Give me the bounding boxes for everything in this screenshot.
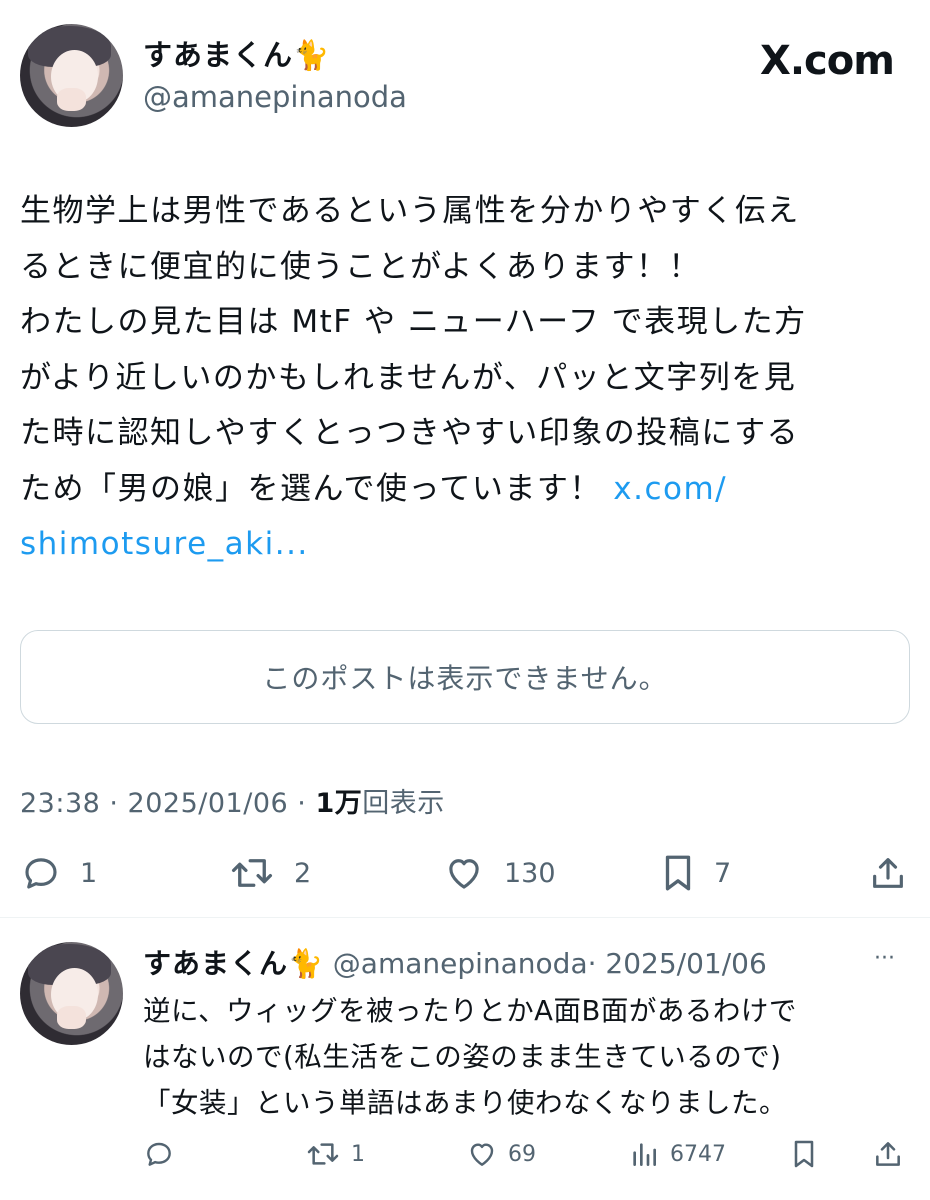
- reply-line: はないので(私生活をこの姿のまま生きているので): [143, 1041, 782, 1073]
- bookmark-icon: [794, 1140, 814, 1168]
- heart-icon: [470, 1143, 494, 1166]
- share-icon: [873, 858, 903, 888]
- quote-unavailable-text: このポストは表示できません。: [262, 662, 668, 695]
- views-count: 1万: [315, 788, 363, 819]
- repost-button[interactable]: 2: [228, 852, 311, 894]
- post-line: 生物学上は男性であるという属性を分かりやすく伝え: [20, 193, 800, 229]
- reply-views-button[interactable]: 6747: [628, 1138, 726, 1170]
- reply-author-name[interactable]: すあまくん🐈: [143, 947, 324, 980]
- reply-reply-button[interactable]: [143, 1138, 185, 1170]
- reply-repost-count: 1: [351, 1141, 365, 1167]
- repost-count: 2: [294, 857, 312, 889]
- post-link[interactable]: x.com/: [613, 471, 727, 507]
- post-timestamp[interactable]: 23:38 · 2025/01/06 ·: [20, 788, 315, 819]
- repost-icon: [231, 859, 273, 887]
- post-meta: 23:38 · 2025/01/06 · 1万回表示: [20, 781, 445, 820]
- reply-icon: [25, 858, 57, 889]
- post-line: わたしの見た目は MtF や ニューハーフ で表現した方: [20, 304, 807, 340]
- post-line: るときに便宜的に使うことがよくあります！！: [20, 248, 701, 285]
- reply-header: すあまくん🐈 @amanepinanoda· 2025/01/06: [143, 942, 767, 982]
- thread-divider: [0, 917, 930, 918]
- reply-bookmark-button[interactable]: [790, 1138, 818, 1170]
- share-button[interactable]: [868, 852, 908, 894]
- reply-text: 逆に、ウィッグを被ったりとかA面B面があるわけで はないので(私生活をこの姿のま…: [143, 988, 923, 1126]
- reply-author-avatar[interactable]: [20, 942, 123, 1045]
- analytics-icon: [633, 1143, 656, 1166]
- repost-icon: [307, 1143, 339, 1165]
- reply-views-count: 6747: [670, 1141, 726, 1167]
- reply-like-button[interactable]: 69: [466, 1138, 536, 1170]
- reply-author-handle[interactable]: @amanepinanoda: [333, 947, 588, 980]
- reply-button[interactable]: 1: [20, 852, 97, 894]
- views-label: 回表示: [362, 788, 445, 819]
- author-name[interactable]: すあまくん🐈: [143, 32, 330, 74]
- like-count: 130: [504, 857, 556, 889]
- reply-share-button[interactable]: [872, 1138, 904, 1170]
- post-line: がより近しいのかもしれませんが、パッと文字列を見: [20, 359, 797, 396]
- reply-line: 逆に、ウィッグを被ったりとかA面B面があるわけで: [143, 995, 797, 1027]
- reply-date[interactable]: · 2025/01/06: [588, 947, 767, 980]
- bookmark-button[interactable]: 7: [660, 852, 731, 894]
- post-line: ため「男の娘」を選んで使っています！ x.com/: [20, 470, 728, 507]
- reply-line: 「女装」という単語はあまり使わなくなりました。: [143, 1087, 787, 1119]
- quote-unavailable-card[interactable]: このポストは表示できません。: [20, 630, 910, 724]
- x-logo: X.com: [760, 38, 895, 84]
- reply-like-count: 69: [508, 1141, 536, 1167]
- reply-icon: [147, 1142, 171, 1166]
- like-button[interactable]: 130: [442, 852, 556, 894]
- author-handle[interactable]: @amanepinanoda: [143, 80, 407, 114]
- share-icon: [876, 1142, 900, 1166]
- avatar-hand: [57, 1005, 86, 1029]
- author-avatar[interactable]: [20, 24, 123, 127]
- heart-icon: [449, 859, 479, 889]
- reply-repost-button[interactable]: 1: [305, 1138, 365, 1170]
- post-line: た時に認知しやすくとっつきやすい印象の投稿にする: [20, 415, 800, 451]
- post-text: 生物学上は男性であるという属性を分かりやすく伝え るときに便宜的に使うことがよく…: [20, 184, 920, 573]
- post-link-continued[interactable]: shimotsure_aki...: [20, 517, 920, 573]
- bookmark-icon: [665, 855, 691, 891]
- avatar-hand: [57, 87, 86, 111]
- reply-count: 1: [80, 857, 98, 889]
- more-options-icon[interactable]: ···: [874, 946, 895, 971]
- bookmark-count: 7: [714, 857, 732, 889]
